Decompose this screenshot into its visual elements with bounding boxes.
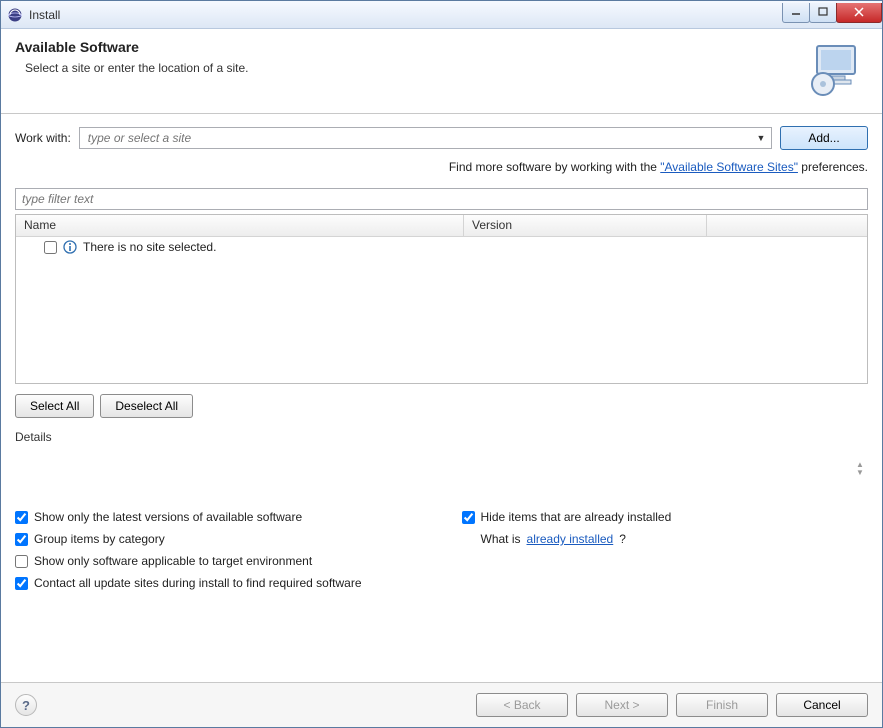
info-icon [63, 240, 77, 254]
install-dialog: Install Available Software Select a site… [0, 0, 883, 728]
details-section: Details ▲ ▼ [15, 430, 868, 492]
already-installed-link[interactable]: already installed [527, 532, 614, 546]
help-button[interactable]: ? [15, 694, 37, 716]
opt-contact-checkbox[interactable] [15, 577, 28, 590]
window-controls [783, 3, 882, 23]
available-sites-link[interactable]: "Available Software Sites" [660, 160, 798, 174]
install-wizard-icon [808, 39, 868, 99]
finish-button[interactable]: Finish [676, 693, 768, 717]
banner-subtext: Select a site or enter the location of a… [25, 61, 808, 75]
column-spacer [707, 215, 867, 236]
opt-latest[interactable]: Show only the latest versions of availab… [15, 510, 422, 524]
row-checkbox[interactable] [44, 241, 57, 254]
cancel-button[interactable]: Cancel [776, 693, 868, 717]
next-button[interactable]: Next > [576, 693, 668, 717]
select-all-button[interactable]: Select All [15, 394, 94, 418]
footer: ? < Back Next > Finish Cancel [1, 682, 882, 727]
add-button[interactable]: Add... [780, 126, 868, 150]
whatis-line: What is already installed? [462, 532, 869, 546]
opt-group[interactable]: Group items by category [15, 532, 422, 546]
minimize-button[interactable] [782, 3, 810, 23]
details-label: Details [15, 430, 868, 444]
details-area: ▲ ▼ [15, 446, 868, 492]
wizard-buttons: < Back Next > Finish Cancel [476, 693, 868, 717]
dropdown-caret-icon[interactable]: ▼ [753, 133, 769, 143]
options-right: Hide items that are already installed Wh… [462, 510, 869, 590]
options-grid: Show only the latest versions of availab… [15, 510, 868, 590]
chevron-down-icon[interactable]: ▼ [856, 470, 864, 476]
table-header: Name Version [16, 215, 867, 237]
options-left: Show only the latest versions of availab… [15, 510, 422, 590]
opt-hide[interactable]: Hide items that are already installed [462, 510, 869, 524]
workwith-row: Work with: ▼ Add... [15, 126, 868, 150]
close-button[interactable] [836, 3, 882, 23]
opt-target-checkbox[interactable] [15, 555, 28, 568]
column-version[interactable]: Version [464, 215, 707, 236]
wizard-banner: Available Software Select a site or ente… [1, 29, 882, 114]
eclipse-icon [7, 7, 23, 23]
whatis-prefix: What is [481, 532, 521, 546]
whatis-suffix: ? [619, 532, 626, 546]
software-table: Name Version There is no site selected. [15, 214, 868, 384]
banner-heading: Available Software [15, 39, 808, 55]
table-buttons: Select All Deselect All [15, 394, 868, 418]
hint-prefix: Find more software by working with the [449, 160, 660, 174]
table-row: There is no site selected. [16, 237, 867, 257]
hint-suffix: preferences. [798, 160, 868, 174]
opt-latest-checkbox[interactable] [15, 511, 28, 524]
details-scroll[interactable]: ▲ ▼ [852, 446, 868, 492]
maximize-button[interactable] [809, 3, 837, 23]
content-area: Work with: ▼ Add... Find more software b… [1, 114, 882, 682]
workwith-combo[interactable]: ▼ [79, 127, 772, 149]
opt-hide-checkbox[interactable] [462, 511, 475, 524]
opt-contact[interactable]: Contact all update sites during install … [15, 576, 422, 590]
empty-message: There is no site selected. [83, 240, 216, 254]
deselect-all-button[interactable]: Deselect All [100, 394, 193, 418]
workwith-label: Work with: [15, 131, 71, 145]
titlebar: Install [1, 1, 882, 29]
filter-input[interactable] [15, 188, 868, 210]
window-title: Install [29, 8, 783, 22]
table-body: There is no site selected. [16, 237, 867, 383]
opt-target[interactable]: Show only software applicable to target … [15, 554, 422, 568]
opt-group-checkbox[interactable] [15, 533, 28, 546]
workwith-input[interactable] [86, 130, 753, 146]
back-button[interactable]: < Back [476, 693, 568, 717]
hint-line: Find more software by working with the "… [15, 160, 868, 174]
column-name[interactable]: Name [16, 215, 464, 236]
